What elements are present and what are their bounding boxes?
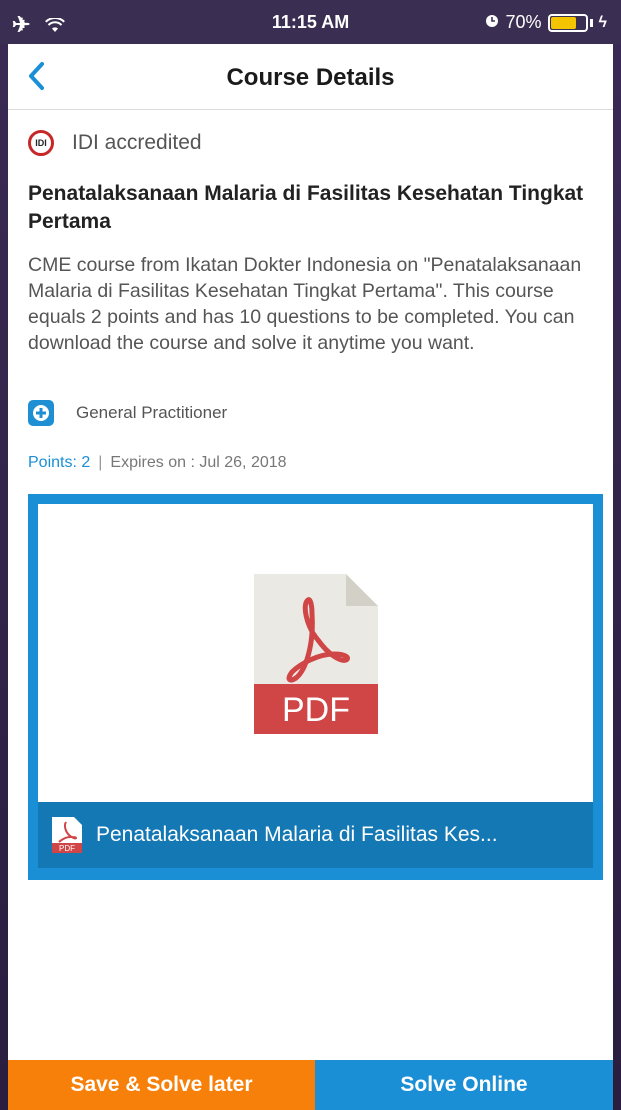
course-title: Penatalaksanaan Malaria di Fasilitas Kes…: [28, 182, 584, 233]
accreditation-label: IDI accredited: [72, 131, 202, 154]
pdf-preview-card[interactable]: PDF PDF Penatalaksanaan Malaria di Fasil…: [28, 494, 603, 880]
battery-fill: [550, 16, 576, 29]
pdf-icon-label: PDF: [59, 844, 75, 853]
pdf-type-label: PDF: [282, 691, 350, 729]
pdf-document-icon: PDF: [254, 574, 378, 734]
medical-plus-icon: [28, 400, 54, 426]
pdf-preview-area: PDF: [38, 504, 593, 802]
nav-bar: Course Details: [8, 44, 613, 110]
specialty-label: General Practitioner: [76, 403, 228, 422]
pdf-icon: PDF: [52, 817, 82, 853]
page-title: Course Details: [226, 64, 395, 91]
idi-logo-icon: IDI: [28, 130, 54, 156]
save-solve-later-button[interactable]: Save & Solve later: [8, 1060, 315, 1110]
file-name: Penatalaksanaan Malaria di Fasilitas Kes…: [96, 823, 498, 846]
battery-cap: [589, 18, 593, 27]
solve-online-button[interactable]: Solve Online: [315, 1060, 613, 1110]
points-label: Points: 2: [28, 454, 91, 471]
battery-icon: [547, 13, 588, 32]
meta-separator: |: [98, 454, 103, 471]
app-screen: Course Details IDI IDI accredited Penata…: [8, 44, 613, 1110]
specialty-row: General Practitioner: [28, 400, 227, 426]
device-frame-left: [0, 0, 8, 1110]
charging-icon: ϟ: [598, 13, 607, 31]
course-description: CME course from Ikatan Dokter Indonesia …: [28, 254, 582, 354]
status-bar: ✈ 11:15 AM 70% ϟ: [0, 0, 621, 44]
alarm-icon: [484, 12, 500, 33]
file-name-bar[interactable]: PDF Penatalaksanaan Malaria di Fasilitas…: [38, 802, 593, 868]
accreditation-row: IDI IDI accredited: [28, 130, 202, 156]
status-right: 70% ϟ: [484, 12, 607, 33]
battery-percent: 70%: [505, 12, 542, 32]
device-frame-right: [613, 0, 621, 1110]
course-meta: Points: 2 | Expires on : Jul 26, 2018: [28, 454, 287, 472]
expiry-label: Expires on : Jul 26, 2018: [110, 454, 287, 471]
